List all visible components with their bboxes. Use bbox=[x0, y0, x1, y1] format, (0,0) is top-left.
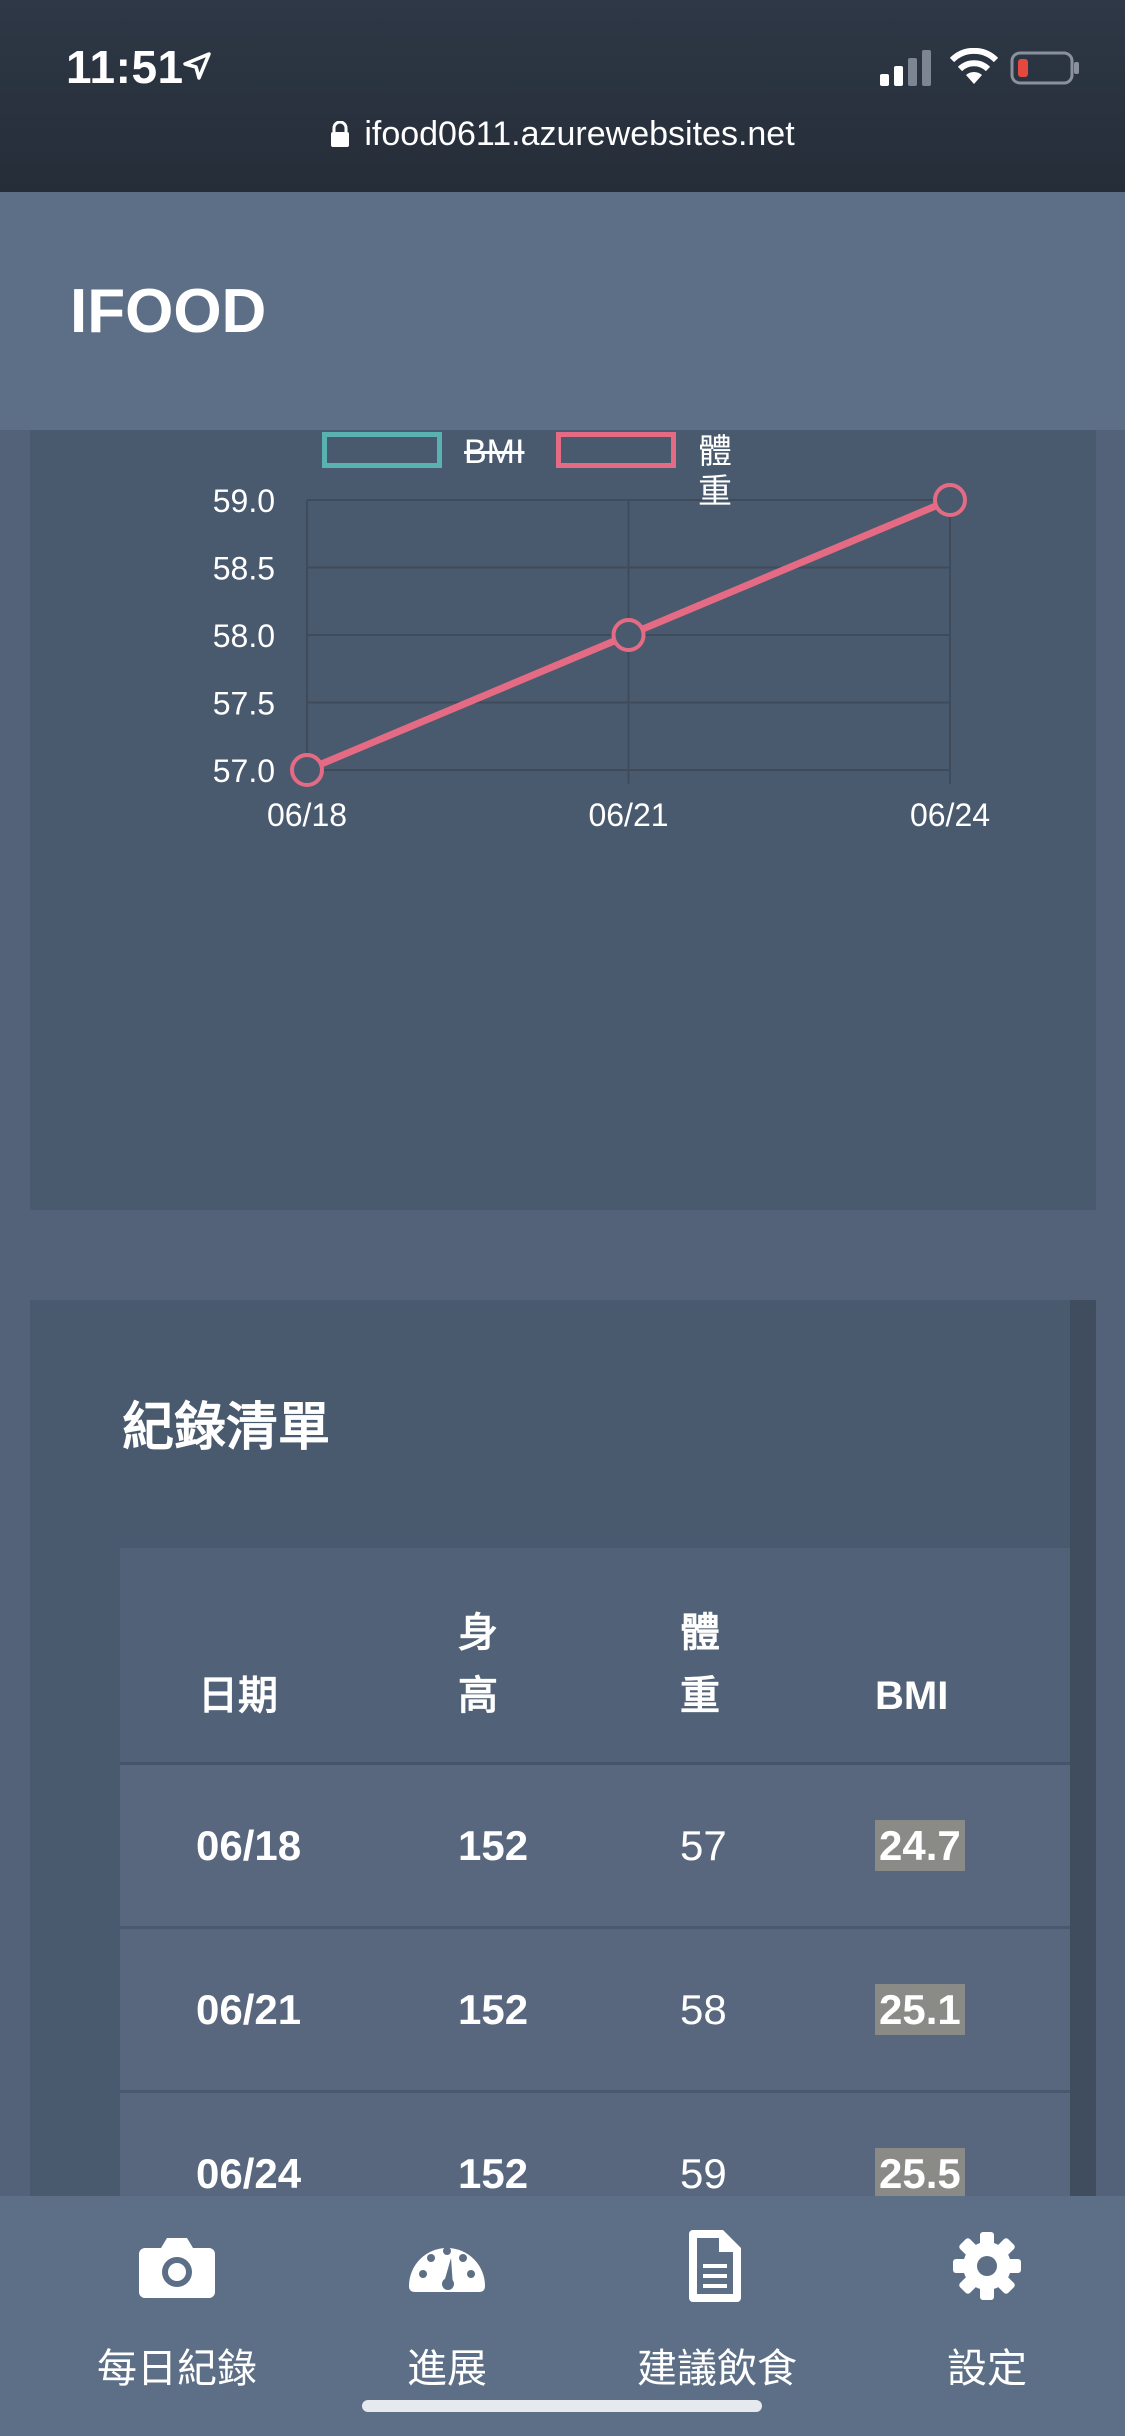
dashboard-icon bbox=[409, 2247, 485, 2292]
col-header-date: 日期 bbox=[198, 1674, 278, 1718]
cell-bmi: 24.7 bbox=[875, 1820, 965, 1871]
x-tick-label: 06/21 bbox=[588, 797, 668, 833]
records-table: 日期 身 高 體 重 BMI 06/18 152 57 24.7 06/21 1… bbox=[120, 1548, 1070, 2257]
x-tick-label: 06/18 bbox=[267, 797, 347, 833]
cell-weight: 57 bbox=[680, 1822, 727, 1869]
data-point bbox=[933, 483, 967, 517]
data-point bbox=[290, 753, 324, 787]
table-header: 日期 身 高 體 重 BMI bbox=[120, 1548, 1070, 1765]
legend-label-weight[interactable]: 體重 bbox=[698, 432, 732, 512]
table-row: 06/21 152 58 25.1 bbox=[120, 1929, 1070, 2093]
legend-swatch-bmi[interactable] bbox=[322, 432, 442, 468]
nav-label: 建議飲食 bbox=[637, 2347, 797, 2391]
col-header-weight-2: 重 bbox=[680, 1674, 720, 1718]
col-header-height-2: 高 bbox=[458, 1674, 498, 1718]
nav-label: 每日紀錄 bbox=[97, 2347, 257, 2391]
cell-height: 152 bbox=[458, 1822, 529, 1869]
col-header-weight-1: 體 bbox=[680, 1611, 720, 1655]
camera-icon bbox=[139, 2238, 215, 2298]
legend-swatch-weight[interactable] bbox=[556, 432, 676, 468]
home-indicator bbox=[362, 2400, 762, 2412]
nav-label: 進展 bbox=[407, 2347, 487, 2391]
cell-date: 06/21 bbox=[196, 1986, 302, 2033]
document-icon bbox=[689, 2230, 741, 2302]
legend-label-bmi[interactable]: BMI bbox=[464, 432, 524, 472]
records-title: 紀錄清單 bbox=[122, 1399, 331, 1457]
table-row: 06/18 152 57 24.7 bbox=[120, 1765, 1070, 1929]
cell-date: 06/18 bbox=[196, 1822, 302, 1869]
gear-icon bbox=[953, 2232, 1021, 2300]
y-tick-label: 59.0 bbox=[213, 483, 275, 519]
y-tick-label: 58.0 bbox=[213, 618, 275, 654]
data-point bbox=[611, 618, 646, 652]
cell-height: 152 bbox=[458, 1986, 529, 2033]
y-tick-label: 57.0 bbox=[213, 753, 275, 789]
x-tick-label: 06/24 bbox=[910, 797, 990, 833]
y-tick-label: 58.5 bbox=[213, 551, 275, 587]
col-header-height-1: 身 bbox=[458, 1611, 498, 1655]
cell-weight: 58 bbox=[680, 1986, 727, 2033]
cell-bmi: 25.1 bbox=[875, 1984, 965, 2035]
cell-bmi: 25.5 bbox=[875, 2148, 965, 2199]
col-header-bmi: BMI bbox=[875, 1674, 949, 1718]
nav-label: 設定 bbox=[947, 2347, 1027, 2391]
records-scrollbar[interactable] bbox=[1070, 1300, 1096, 2300]
y-tick-label: 57.5 bbox=[213, 686, 275, 722]
